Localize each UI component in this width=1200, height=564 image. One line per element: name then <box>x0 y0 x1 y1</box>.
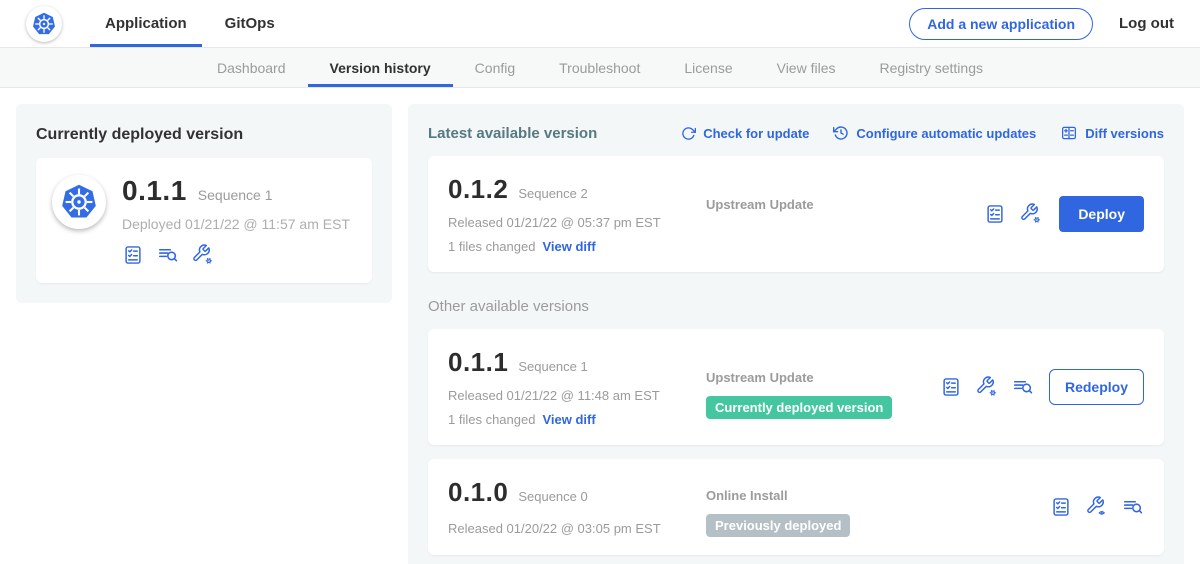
version-info: 0.1.1 Sequence 1 Released 01/21/22 @ 11:… <box>448 347 706 427</box>
deployed-sequence-label: Sequence 1 <box>198 187 273 203</box>
diff-versions-label: Diff versions <box>1085 126 1164 141</box>
subnav-tab-config[interactable]: Config <box>453 48 537 87</box>
check-for-update-label: Check for update <box>703 126 809 141</box>
currently-deployed-badge: Currently deployed version <box>706 396 892 419</box>
deployed-version-card: 0.1.1 Sequence 1 Deployed 01/21/22 @ 11:… <box>36 158 372 283</box>
tab-application[interactable]: Application <box>90 0 202 47</box>
deployed-version-number: 0.1.1 <box>122 175 187 207</box>
tab-gitops-label: GitOps <box>225 15 275 32</box>
diff-versions-link[interactable]: Diff versions <box>1060 124 1164 142</box>
schedule-update-icon <box>833 125 849 141</box>
preflight-checks-icon[interactable] <box>984 203 1006 225</box>
subnav-tab-license[interactable]: License <box>662 48 754 87</box>
deployed-version-info: 0.1.1 Sequence 1 Deployed 01/21/22 @ 11:… <box>122 175 350 266</box>
other-versions-heading: Other available versions <box>428 298 1164 315</box>
view-diff-link[interactable]: View diff <box>542 239 595 254</box>
deploy-logs-icon[interactable] <box>157 244 179 266</box>
deploy-button[interactable]: Deploy <box>1059 196 1144 232</box>
currently-deployed-title: Currently deployed version <box>36 126 372 144</box>
sequence-label: Sequence 1 <box>518 359 587 374</box>
sequence-label: Sequence 2 <box>518 186 587 201</box>
version-source: Upstream Update Currently deployed versi… <box>706 369 940 427</box>
files-changed-label: 1 files changed <box>448 239 535 254</box>
subnav-tab-registry-settings[interactable]: Registry settings <box>858 48 1005 87</box>
source-label: Upstream Update <box>706 197 814 212</box>
subnav-tab-dashboard[interactable]: Dashboard <box>195 48 308 87</box>
logout-button[interactable]: Log out <box>1119 15 1174 32</box>
configure-automatic-updates-link[interactable]: Configure automatic updates <box>833 124 1036 142</box>
version-info: 0.1.0 Sequence 0 Released 01/20/22 @ 03:… <box>448 477 706 537</box>
deploy-logs-icon[interactable] <box>1012 376 1034 398</box>
view-diff-link[interactable]: View diff <box>542 412 595 427</box>
version-number: 0.1.2 <box>448 174 508 205</box>
version-number: 0.1.1 <box>448 347 508 378</box>
version-number: 0.1.0 <box>448 477 508 508</box>
released-timestamp: Released 01/20/22 @ 03:05 pm EST <box>448 521 706 536</box>
preflight-checks-icon[interactable] <box>940 376 962 398</box>
edit-config-icon[interactable] <box>1020 203 1042 225</box>
released-timestamp: Released 01/21/22 @ 11:48 am EST <box>448 388 706 403</box>
released-timestamp: Released 01/21/22 @ 05:37 pm EST <box>448 215 706 230</box>
main-content: Currently deployed version 0.1.1 Sequenc… <box>0 88 1200 564</box>
version-card-0-1-1: 0.1.1 Sequence 1 Released 01/21/22 @ 11:… <box>428 329 1164 445</box>
currently-deployed-panel: Currently deployed version 0.1.1 Sequenc… <box>16 104 392 303</box>
deployed-timestamp: Deployed 01/21/22 @ 11:57 am EST <box>122 216 350 232</box>
edit-config-icon[interactable] <box>192 244 214 266</box>
redeploy-button[interactable]: Redeploy <box>1049 369 1144 405</box>
version-history-panel: Latest available version Check for updat… <box>408 104 1184 564</box>
source-label: Upstream Update <box>706 370 814 385</box>
view-config-icon[interactable] <box>1086 496 1108 518</box>
version-source: Online Install Previously deployed <box>706 487 1050 537</box>
refresh-icon <box>681 126 696 141</box>
configure-automatic-updates-label: Configure automatic updates <box>856 126 1036 141</box>
tab-application-label: Application <box>105 15 187 32</box>
subnav-tab-view-files[interactable]: View files <box>755 48 858 87</box>
previously-deployed-badge: Previously deployed <box>706 514 850 537</box>
version-card-0-1-2: 0.1.2 Sequence 2 Released 01/21/22 @ 05:… <box>428 156 1164 272</box>
preflight-checks-icon[interactable] <box>1050 496 1072 518</box>
subnav-tab-version-history[interactable]: Version history <box>308 48 453 87</box>
topbar-spacer <box>298 0 910 47</box>
source-label: Online Install <box>706 488 788 503</box>
application-subnav: Dashboard Version history Config Trouble… <box>0 48 1200 88</box>
latest-available-heading: Latest available version <box>428 125 597 142</box>
diff-versions-icon <box>1060 124 1078 142</box>
tab-gitops[interactable]: GitOps <box>210 0 290 47</box>
files-changed-label: 1 files changed <box>448 412 535 427</box>
check-for-update-link[interactable]: Check for update <box>681 124 809 142</box>
deploy-logs-icon[interactable] <box>1122 496 1144 518</box>
edit-config-icon[interactable] <box>976 376 998 398</box>
preflight-checks-icon[interactable] <box>122 244 144 266</box>
kubernetes-logo <box>26 6 62 42</box>
top-navigation-bar: Application GitOps Add a new application… <box>0 0 1200 48</box>
add-new-application-button[interactable]: Add a new application <box>909 8 1093 40</box>
kubernetes-logo <box>52 175 106 229</box>
version-info: 0.1.2 Sequence 2 Released 01/21/22 @ 05:… <box>448 174 706 254</box>
subnav-tab-troubleshoot[interactable]: Troubleshoot <box>537 48 662 87</box>
sequence-label: Sequence 0 <box>518 489 587 504</box>
version-card-0-1-0: 0.1.0 Sequence 0 Released 01/20/22 @ 03:… <box>428 459 1164 555</box>
version-actions: Check for update Configure automatic upd… <box>681 124 1164 142</box>
version-source: Upstream Update <box>706 196 984 254</box>
